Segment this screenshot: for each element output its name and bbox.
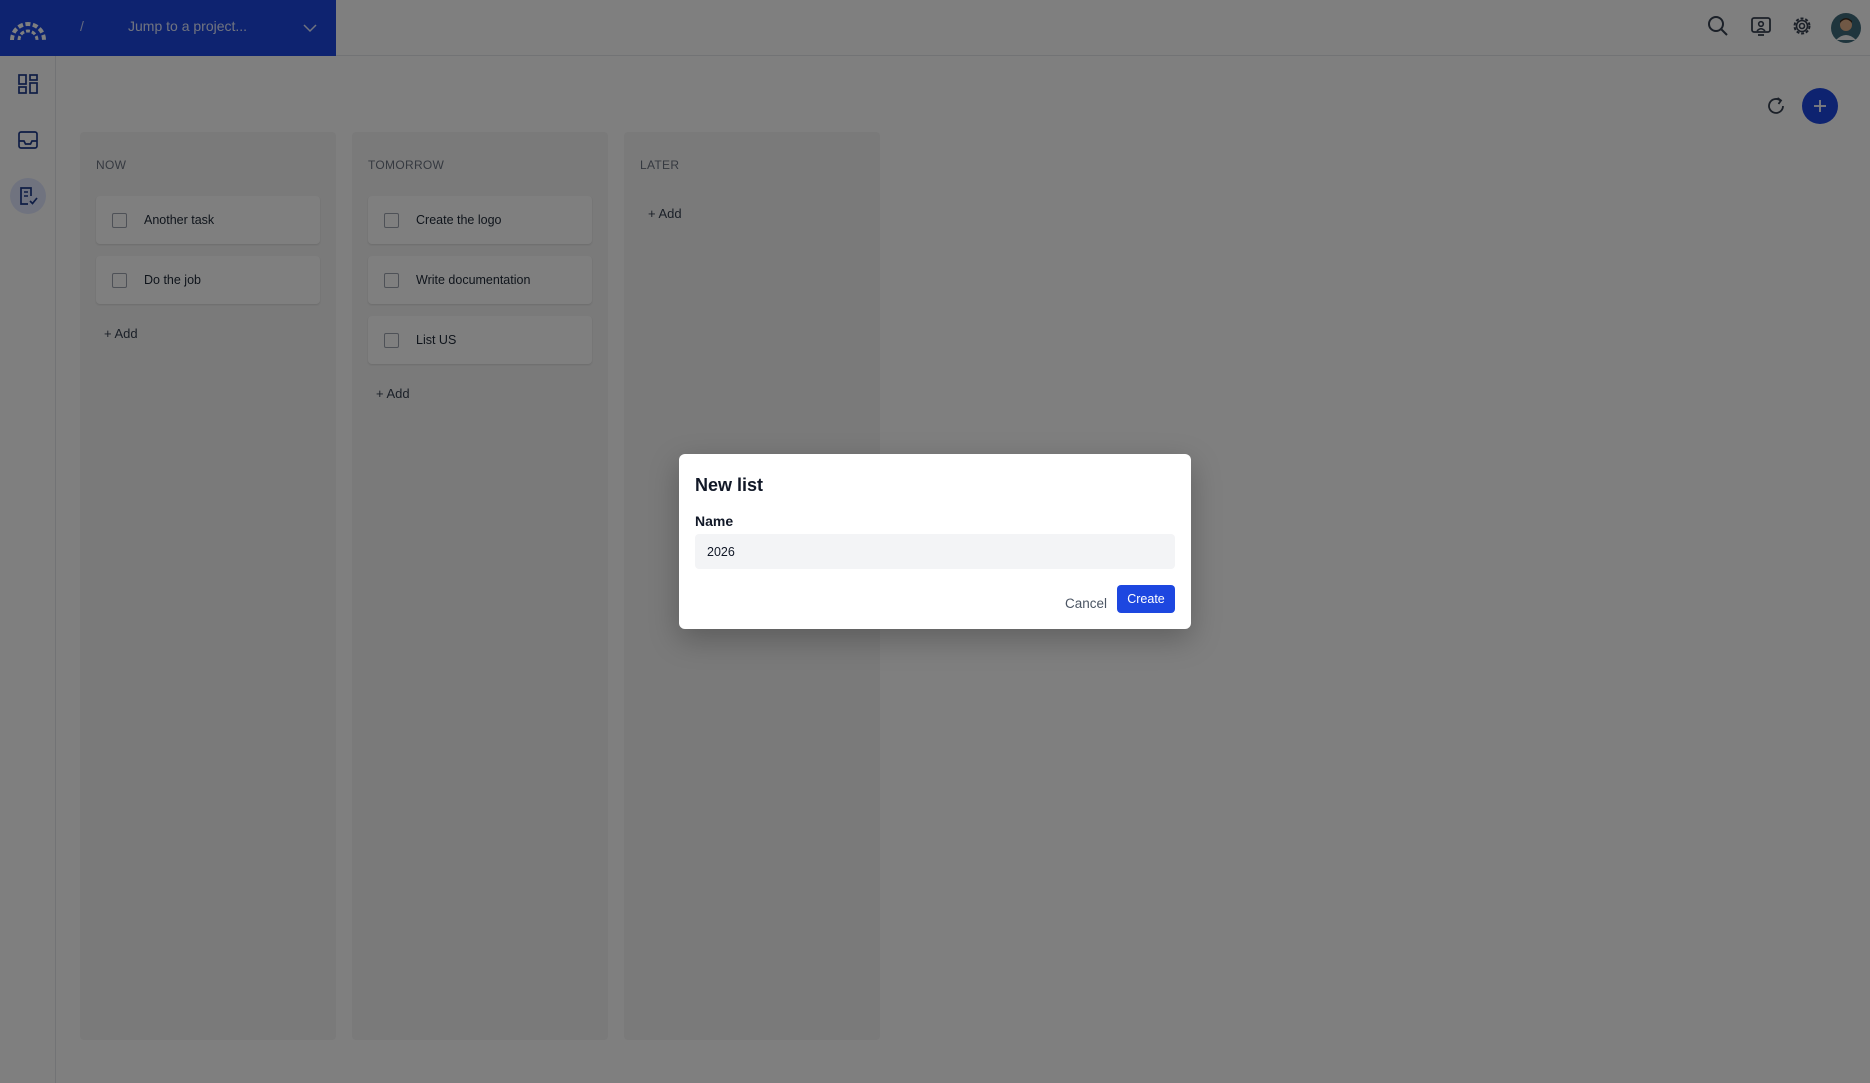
name-field-label: Name [695, 513, 734, 529]
list-name-input[interactable] [695, 534, 1175, 569]
new-list-dialog: New list Name Cancel Create [679, 454, 1191, 629]
cancel-button[interactable]: Cancel [1065, 590, 1107, 617]
create-button[interactable]: Create [1117, 585, 1175, 613]
dialog-title: New list [695, 475, 764, 495]
